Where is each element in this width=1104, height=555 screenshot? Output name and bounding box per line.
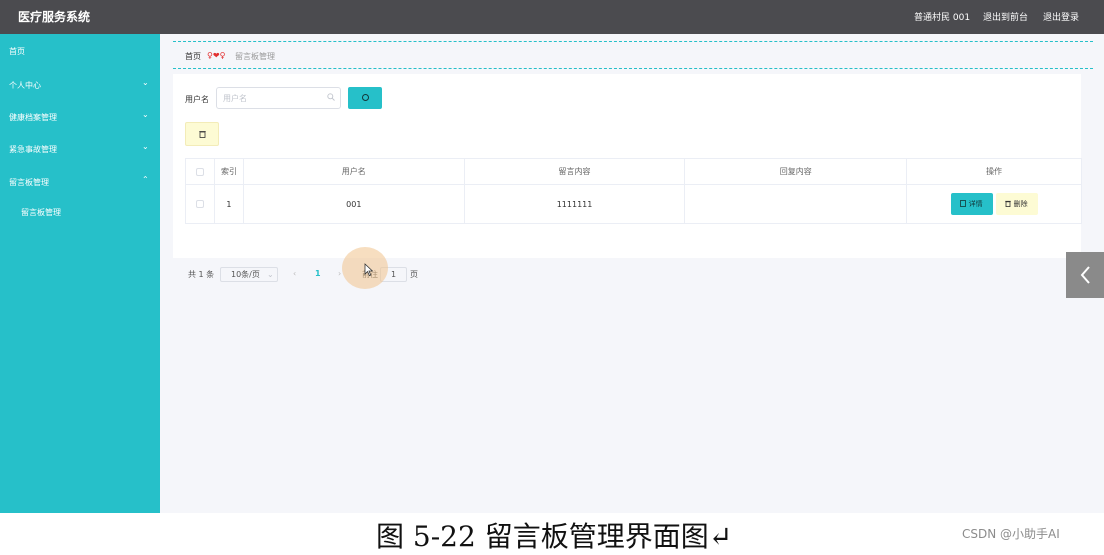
column-header-actions: 操作 — [906, 158, 1082, 185]
search-icon — [361, 94, 369, 101]
add-icon — [198, 130, 206, 138]
cell-content: 1111111 — [463, 184, 686, 224]
sidebar-subitem-message-board[interactable]: 留言板管理 — [0, 195, 160, 227]
search-field[interactable] — [216, 87, 341, 109]
prev-page-button[interactable]: ‹ — [293, 269, 296, 278]
sidebar-item-emergency[interactable]: 紧急事故管理 ⌄ — [0, 132, 160, 164]
cell-reply — [684, 184, 908, 224]
page-size-value: 10条/页 — [231, 270, 260, 279]
top-header: 医疗服务系统 普通村民 001 退出到前台 退出登录 — [0, 0, 1104, 34]
sidebar-item-label: 首页 — [9, 47, 25, 56]
sidebar-item-home[interactable]: 首页 — [0, 34, 160, 66]
sidebar-item-label: 个人中心 — [9, 81, 41, 90]
message-board-panel: 用户名 索引 用户名 留言内容 — [173, 74, 1082, 282]
current-user: 普通村民 001 — [914, 13, 971, 23]
sidebar-item-label: 留言板管理 — [21, 208, 61, 217]
column-header-username: 用户名 — [242, 158, 465, 185]
search-icon — [327, 93, 335, 103]
trash-icon — [1005, 200, 1012, 208]
next-page-button[interactable]: › — [338, 269, 341, 278]
figure-caption: 图 5-22 留言板管理界面图↵ — [376, 520, 733, 553]
column-header-content: 留言内容 — [463, 158, 686, 185]
cell-username: 001 — [242, 184, 465, 224]
table-row: 1 001 1111111 详情 删除 — [185, 184, 1082, 224]
page-size-select[interactable]: 10条/页 ⌄ — [220, 267, 278, 282]
back-to-frontend-link[interactable]: 退出到前台 — [983, 10, 1028, 23]
select-all-checkbox[interactable] — [195, 167, 204, 176]
breadcrumb-current: 留言板管理 — [235, 52, 275, 61]
chevron-left-icon — [1080, 266, 1090, 284]
table-header-row: 索引 用户名 留言内容 回复内容 操作 — [185, 158, 1082, 185]
chevron-down-icon: ⌄ — [142, 78, 149, 87]
detail-button-label: 详情 — [968, 200, 983, 208]
cell-index: 1 — [213, 184, 244, 224]
document-icon — [960, 200, 967, 207]
delete-button-label: 删除 — [1013, 200, 1028, 208]
breadcrumb-separator-icon: ♀❤♀ — [207, 51, 226, 60]
row-select-cell[interactable] — [185, 184, 215, 224]
sidebar-item-personal-center[interactable]: 个人中心 ⌄ — [0, 68, 160, 100]
chevron-down-icon: ⌄ — [142, 142, 149, 151]
sidebar-item-health-records[interactable]: 健康档案管理 ⌄ — [0, 100, 160, 132]
pagination-total: 共 1 条 — [188, 270, 215, 279]
current-page-number[interactable]: 1 — [315, 269, 321, 278]
username-search-input[interactable] — [223, 92, 323, 104]
sidebar-item-label: 健康档案管理 — [9, 113, 57, 122]
sidebar-item-label: 紧急事故管理 — [9, 145, 57, 154]
sidebar-item-label: 留言板管理 — [9, 178, 49, 187]
message-table: 索引 用户名 留言内容 回复内容 操作 1 001 1111111 详情 删除 — [185, 158, 1082, 224]
chevron-down-icon: ⌄ — [142, 110, 149, 119]
app-title: 医疗服务系统 — [18, 10, 91, 24]
row-checkbox[interactable] — [195, 200, 204, 208]
page-unit-label: 页 — [410, 270, 418, 279]
side-panel-toggle[interactable] — [1066, 252, 1104, 298]
column-header-reply: 回复内容 — [684, 158, 908, 185]
search-button[interactable] — [348, 87, 382, 109]
logout-link[interactable]: 退出登录 — [1043, 10, 1079, 23]
column-header-index: 索引 — [213, 158, 244, 185]
cell-actions: 详情 删除 — [906, 184, 1082, 224]
sidebar-item-message-board[interactable]: 留言板管理 ⌃ — [0, 165, 160, 197]
delete-button[interactable]: 删除 — [995, 193, 1038, 215]
breadcrumb-home[interactable]: 首页 — [185, 51, 201, 62]
app-window: 医疗服务系统 普通村民 001 退出到前台 退出登录 首页 个人中心 ⌄ 健康档… — [0, 0, 1104, 513]
chevron-up-icon: ⌃ — [142, 175, 149, 184]
main-content: 首页 ♀❤♀ 留言板管理 用户名 索引 — [160, 34, 1104, 513]
watermark: CSDN @小助手AI — [962, 527, 1060, 541]
chevron-down-icon: ⌄ — [267, 270, 274, 279]
sidebar: 首页 个人中心 ⌄ 健康档案管理 ⌄ 紧急事故管理 ⌄ 留言板管理 ⌃ 留言板管… — [0, 34, 160, 513]
add-button[interactable] — [185, 122, 219, 146]
detail-button[interactable]: 详情 — [950, 193, 993, 215]
mouse-cursor-icon — [364, 263, 374, 277]
select-all-cell[interactable] — [185, 158, 215, 185]
breadcrumb: 首页 ♀❤♀ 留言板管理 — [173, 41, 1093, 69]
search-label: 用户名 — [185, 95, 209, 104]
